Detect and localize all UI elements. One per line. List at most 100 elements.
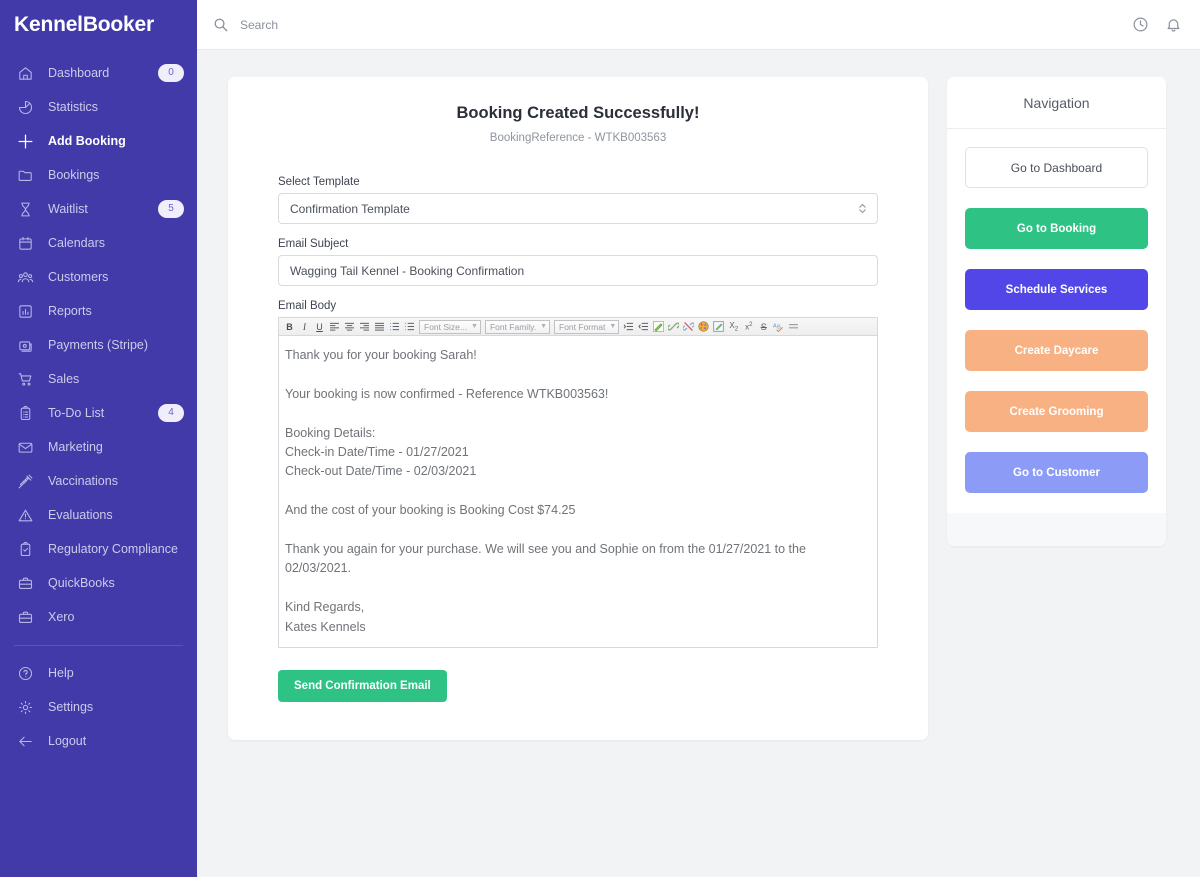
sidebar-item-label: Xero [48, 610, 75, 624]
numbered-list-icon[interactable] [387, 319, 402, 335]
insert-link-icon[interactable] [666, 319, 681, 335]
sidebar-item-add-booking[interactable]: Add Booking [0, 124, 197, 158]
send-confirmation-email-button[interactable]: Send Confirmation Email [278, 670, 447, 703]
sidebar-item-badge: 5 [158, 200, 184, 218]
nav-button-go-to-customer[interactable]: Go to Customer [965, 452, 1148, 493]
sidebar-item-bookings[interactable]: Bookings [0, 158, 197, 192]
spellcheck-icon[interactable]: AB [771, 319, 786, 335]
sidebar-item-logout[interactable]: Logout [0, 724, 197, 758]
bulleted-list-icon[interactable] [402, 319, 417, 335]
clock-icon[interactable] [1132, 16, 1149, 33]
edit-pencil-icon[interactable] [651, 319, 666, 335]
strikethrough-icon[interactable]: S [756, 319, 771, 335]
nav-button-create-grooming[interactable]: Create Grooming [965, 391, 1148, 432]
sidebar-item-label: Reports [48, 304, 92, 318]
nav-button-go-to-booking[interactable]: Go to Booking [965, 208, 1148, 249]
calendar-icon [14, 232, 36, 254]
hourglass-icon [14, 198, 36, 220]
subscript-icon[interactable]: X2 [726, 319, 741, 335]
align-justify-icon[interactable] [372, 319, 387, 335]
align-center-icon[interactable] [342, 319, 357, 335]
sidebar-item-label: To-Do List [48, 406, 105, 420]
sidebar-item-label: Customers [48, 270, 109, 284]
sidebar-item-label: Bookings [48, 168, 100, 182]
sidebar-item-reports[interactable]: Reports [0, 294, 197, 328]
warning-triangle-icon [14, 504, 36, 526]
sidebar-item-dashboard[interactable]: Dashboard 0 [0, 56, 197, 90]
italic-icon[interactable]: I [297, 319, 312, 335]
bold-icon[interactable]: B [282, 319, 297, 335]
sidebar-divider [14, 645, 183, 646]
sidebar-item-vaccinations[interactable]: Vaccinations [0, 464, 197, 498]
sidebar-item-sales[interactable]: Sales [0, 362, 197, 396]
chevron-down-icon: ▼ [471, 323, 478, 330]
sidebar-item-calendars[interactable]: Calendars [0, 226, 197, 260]
sidebar-item-label: Add Booking [48, 134, 126, 148]
nav-button-schedule-services[interactable]: Schedule Services [965, 269, 1148, 310]
clipboard-check-icon [14, 538, 36, 560]
font-format-select-value: Font Format [559, 321, 606, 332]
align-left-icon[interactable] [327, 319, 342, 335]
bar-chart-icon [14, 300, 36, 322]
sidebar-item-label: Calendars [48, 236, 105, 250]
briefcase-icon [14, 572, 36, 594]
nav-button-create-daycare[interactable]: Create Daycare [965, 330, 1148, 371]
topbar-actions [1132, 16, 1182, 33]
align-right-icon[interactable] [357, 319, 372, 335]
topbar [197, 0, 1200, 50]
navigation-panel-buttons: Go to Dashboard Go to Booking Schedule Ser… [947, 129, 1166, 493]
bell-icon[interactable] [1165, 16, 1182, 33]
brand-logo[interactable]: KennelBooker [0, 0, 197, 50]
sidebar-item-statistics[interactable]: Statistics [0, 90, 197, 124]
outdent-icon[interactable] [636, 319, 651, 335]
font-family-select[interactable]: Font Family. ▼ [484, 319, 551, 334]
horizontal-rule-icon[interactable] [786, 319, 801, 335]
indent-icon[interactable] [621, 319, 636, 335]
email-body-textarea[interactable]: Thank you for your booking Sarah! Your b… [279, 336, 877, 648]
sidebar-item-regulatory-compliance[interactable]: Regulatory Compliance [0, 532, 197, 566]
font-size-select[interactable]: Font Size... ▼ [419, 319, 481, 334]
remove-link-icon[interactable] [681, 319, 696, 335]
users-icon [14, 266, 36, 288]
folder-icon [14, 164, 36, 186]
sidebar: KennelBooker Dashboard 0 Statistics Add Boo… [0, 0, 197, 877]
sidebar-item-xero[interactable]: Xero [0, 600, 197, 634]
sidebar-item-marketing[interactable]: Marketing [0, 430, 197, 464]
sidebar-item-payments-stripe[interactable]: Payments (Stripe) [0, 328, 197, 362]
search-input[interactable] [238, 16, 538, 33]
shopping-cart-icon [14, 368, 36, 390]
chevron-down-icon: ▼ [609, 323, 617, 330]
syringe-icon [14, 470, 36, 492]
select-template-label: Select Template [278, 176, 360, 188]
sidebar-item-settings[interactable]: Settings [0, 690, 197, 724]
text-color-icon[interactable] [696, 319, 711, 335]
envelope-icon [14, 436, 36, 458]
font-format-select[interactable]: Font Format ▼ [554, 319, 620, 334]
sidebar-item-customers[interactable]: Customers [0, 260, 197, 294]
nav-button-go-to-dashboard[interactable]: Go to Dashboard [965, 147, 1148, 188]
navigation-panel: Navigation Go to Dashboard Go to Booking S… [947, 77, 1166, 546]
sidebar-item-label: Logout [48, 734, 87, 748]
sidebar-item-waitlist[interactable]: Waitlist 5 [0, 192, 197, 226]
gear-icon [14, 696, 36, 718]
sidebar-item-label: Vaccinations [48, 474, 118, 488]
sidebar-item-badge: 0 [158, 64, 184, 82]
template-select[interactable]: Confirmation Template [278, 193, 878, 224]
sidebar-item-evaluations[interactable]: Evaluations [0, 498, 197, 532]
sidebar-item-label: Payments (Stripe) [48, 338, 149, 352]
sidebar-item-to-do-list[interactable]: To-Do List 4 [0, 396, 197, 430]
sidebar-item-label: Sales [48, 372, 80, 386]
sidebar-item-label: Dashboard [48, 66, 110, 80]
underline-icon[interactable]: U [312, 319, 327, 335]
email-subject-input[interactable] [278, 255, 878, 286]
chevron-updown-icon [858, 201, 867, 216]
page-content: Booking Created Successfully! BookingRef… [197, 50, 1200, 877]
template-select-value: Confirmation Template [290, 201, 410, 216]
arrow-left-icon [14, 730, 36, 752]
insert-note-icon[interactable] [711, 319, 726, 335]
booking-confirmation-card: Booking Created Successfully! BookingRef… [228, 77, 928, 741]
sidebar-item-quickbooks[interactable]: QuickBooks [0, 566, 197, 600]
select-template-field: Select Template Confirmation Template [278, 176, 878, 224]
superscript-icon[interactable]: x2 [741, 319, 756, 335]
sidebar-item-help[interactable]: Help [0, 656, 197, 690]
